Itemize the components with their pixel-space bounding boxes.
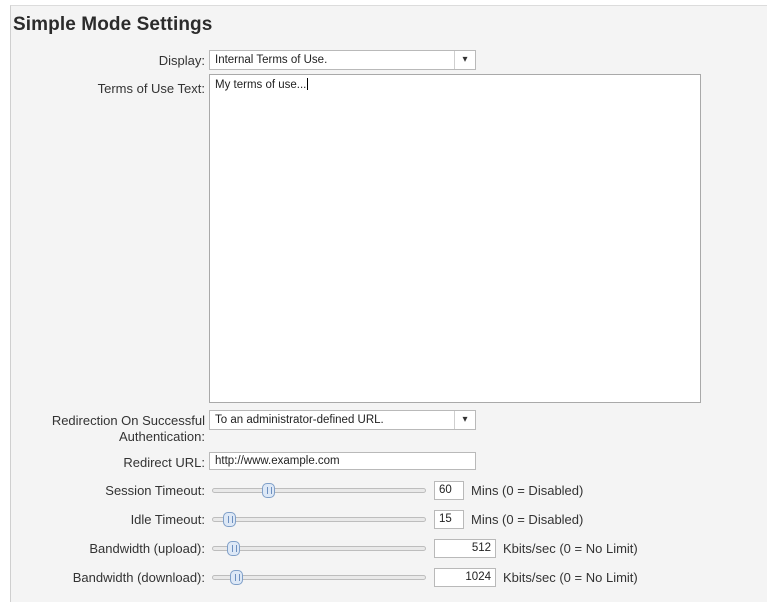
redirection-label-line2: Authentication: bbox=[118, 429, 205, 444]
redirect-url-label: Redirect URL: bbox=[123, 455, 205, 470]
bandwidth-download-input[interactable]: 1024 bbox=[434, 568, 496, 587]
redirect-url-input[interactable]: http://www.example.com bbox=[209, 452, 476, 470]
session-timeout-slider[interactable] bbox=[212, 483, 426, 498]
chevron-down-icon[interactable]: ▾ bbox=[454, 411, 475, 429]
terms-label: Terms of Use Text: bbox=[97, 81, 205, 96]
redirect-url-value: http://www.example.com bbox=[215, 455, 340, 467]
bandwidth-upload-label: Bandwidth (upload): bbox=[89, 541, 205, 556]
terms-text: My terms of use... bbox=[215, 79, 307, 91]
session-timeout-label: Session Timeout: bbox=[105, 483, 205, 498]
redirection-label-line1: Redirection On Successful bbox=[51, 413, 205, 428]
bandwidth-upload-slider-handle[interactable] bbox=[227, 541, 240, 556]
chevron-down-icon[interactable]: ▾ bbox=[454, 51, 475, 69]
display-select[interactable]: Internal Terms of Use. ▾ bbox=[209, 50, 476, 70]
bandwidth-upload-unit: Kbits/sec (0 = No Limit) bbox=[503, 541, 638, 556]
idle-timeout-label: Idle Timeout: bbox=[130, 512, 205, 527]
bandwidth-upload-slider[interactable] bbox=[212, 541, 426, 556]
bandwidth-download-slider[interactable] bbox=[212, 570, 426, 585]
idle-timeout-slider-handle[interactable] bbox=[223, 512, 236, 527]
idle-timeout-slider[interactable] bbox=[212, 512, 426, 527]
display-select-value: Internal Terms of Use. bbox=[215, 54, 328, 66]
redirection-select[interactable]: To an administrator-defined URL. ▾ bbox=[209, 410, 476, 430]
bandwidth-download-unit: Kbits/sec (0 = No Limit) bbox=[503, 570, 638, 585]
session-timeout-input[interactable]: 60 bbox=[434, 481, 464, 500]
session-timeout-slider-handle[interactable] bbox=[262, 483, 275, 498]
text-cursor bbox=[307, 78, 309, 90]
section-title: Simple Mode Settings bbox=[13, 14, 213, 35]
idle-timeout-unit: Mins (0 = Disabled) bbox=[471, 512, 584, 527]
bandwidth-download-slider-handle[interactable] bbox=[230, 570, 243, 585]
redirection-select-value: To an administrator-defined URL. bbox=[215, 414, 384, 426]
terms-textarea[interactable]: My terms of use... bbox=[209, 74, 701, 403]
session-timeout-unit: Mins (0 = Disabled) bbox=[471, 483, 584, 498]
bandwidth-upload-input[interactable]: 512 bbox=[434, 539, 496, 558]
display-label: Display: bbox=[158, 53, 205, 68]
bandwidth-download-label: Bandwidth (download): bbox=[72, 570, 205, 585]
idle-timeout-input[interactable]: 15 bbox=[434, 510, 464, 529]
